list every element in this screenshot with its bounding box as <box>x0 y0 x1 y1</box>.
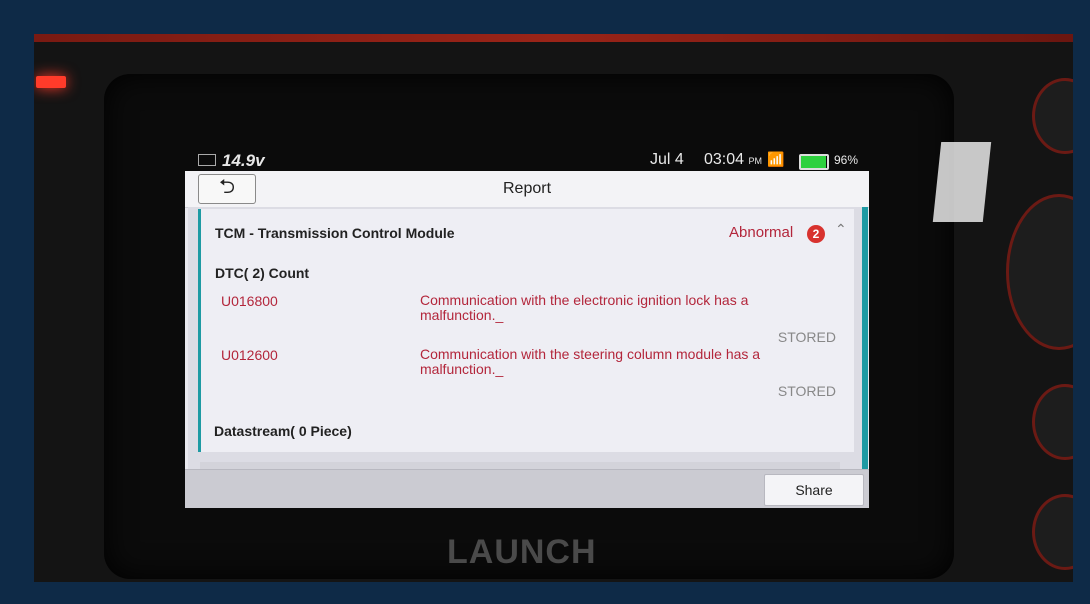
scroll-accent <box>862 207 868 469</box>
next-module-card <box>200 462 840 469</box>
hardware-button-top[interactable] <box>1032 78 1073 154</box>
power-led <box>36 76 66 88</box>
report-content[interactable]: TCM - Transmission Control Module Abnorm… <box>188 207 868 469</box>
share-button[interactable]: Share <box>764 474 864 506</box>
title-bar: ⮌ Report <box>185 171 869 208</box>
device-top-strip <box>34 34 1073 42</box>
module-status: Abnormal <box>729 224 794 241</box>
module-name: TCM - Transmission Control Module <box>215 225 455 241</box>
bottom-bar: Share <box>185 469 869 508</box>
module-card: TCM - Transmission Control Module Abnorm… <box>198 209 854 452</box>
battery-percent: 96% <box>834 153 859 167</box>
screen-glare <box>932 142 992 222</box>
dtc-code: U016800 <box>221 293 278 309</box>
fault-count-badge: 2 <box>807 225 825 243</box>
voltage-readout: 14.9v <box>222 151 265 170</box>
datastream-header: Datastream( 0 Piece) <box>214 423 352 439</box>
hardware-button-bottom[interactable] <box>1032 494 1073 570</box>
dtc-description: Communication with the steering column m… <box>420 346 761 377</box>
collapse-chevron-icon[interactable]: ⌃ <box>835 221 847 238</box>
battery-icon <box>799 154 829 170</box>
page-title: Report <box>502 180 552 197</box>
status-time: 03:04 PM <box>704 151 762 168</box>
report-screen: ⮌ Report TCM - Transmission Control Modu… <box>185 171 869 508</box>
dtc-state: STORED <box>777 383 836 399</box>
dtc-header: DTC( 2) Count <box>215 265 310 281</box>
status-date: Jul 4 <box>650 151 684 168</box>
hardware-button-back[interactable] <box>1006 194 1073 350</box>
brand-logo: LAUNCH <box>447 533 597 571</box>
wifi-icon: 📶 <box>767 151 785 167</box>
status-bar: 14.9v Jul 4 03:04 PM 📶 96% <box>196 150 866 172</box>
car-battery-icon <box>198 154 216 166</box>
dtc-description: Communication with the electronic igniti… <box>420 292 749 323</box>
hardware-button-middle[interactable] <box>1032 384 1073 460</box>
dtc-code: U012600 <box>221 347 278 363</box>
dtc-state: STORED <box>777 329 836 345</box>
